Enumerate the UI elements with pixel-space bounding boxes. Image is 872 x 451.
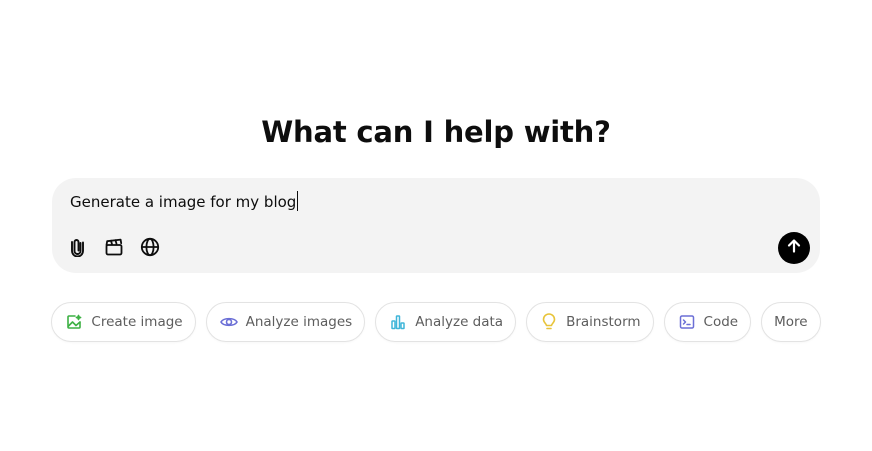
chip-analyze-data[interactable]: Analyze data: [375, 302, 517, 342]
bar-chart-icon: [389, 313, 407, 331]
chip-more[interactable]: More: [761, 302, 821, 342]
video-button[interactable]: [102, 234, 126, 260]
chat-home: What can I help with? Generate a image f…: [0, 0, 872, 451]
chip-label: Brainstorm: [566, 314, 641, 330]
chip-code[interactable]: Code: [663, 302, 752, 342]
chip-label: Code: [703, 314, 739, 330]
page-title: What can I help with?: [261, 115, 611, 149]
paperclip-icon: [69, 237, 87, 257]
prompt-text: Generate a image for my blog: [70, 193, 297, 211]
chip-label: Analyze images: [245, 314, 353, 330]
chip-label: Create image: [91, 314, 183, 330]
lightbulb-icon: [540, 313, 558, 331]
composer: Generate a image for my blog: [52, 178, 820, 273]
text-caret: [297, 191, 299, 211]
terminal-icon: [678, 313, 696, 331]
prompt-input[interactable]: Generate a image for my blog: [70, 191, 299, 213]
chip-label: Analyze data: [415, 314, 504, 330]
send-button[interactable]: [778, 232, 810, 264]
arrow-up-icon: [786, 238, 802, 258]
globe-icon: [140, 237, 160, 257]
image-icon: [65, 313, 83, 331]
chip-analyze-images[interactable]: Analyze images: [205, 302, 366, 342]
chip-label: More: [774, 314, 808, 330]
web-search-button[interactable]: [138, 234, 162, 260]
eye-icon: [219, 313, 238, 331]
chip-create-image[interactable]: Create image: [51, 302, 196, 342]
suggestion-chips: Create image Analyze images Analyze data: [0, 302, 872, 342]
chip-brainstorm[interactable]: Brainstorm: [526, 302, 654, 342]
attach-button[interactable]: [66, 234, 90, 260]
clapperboard-icon: [104, 237, 124, 257]
